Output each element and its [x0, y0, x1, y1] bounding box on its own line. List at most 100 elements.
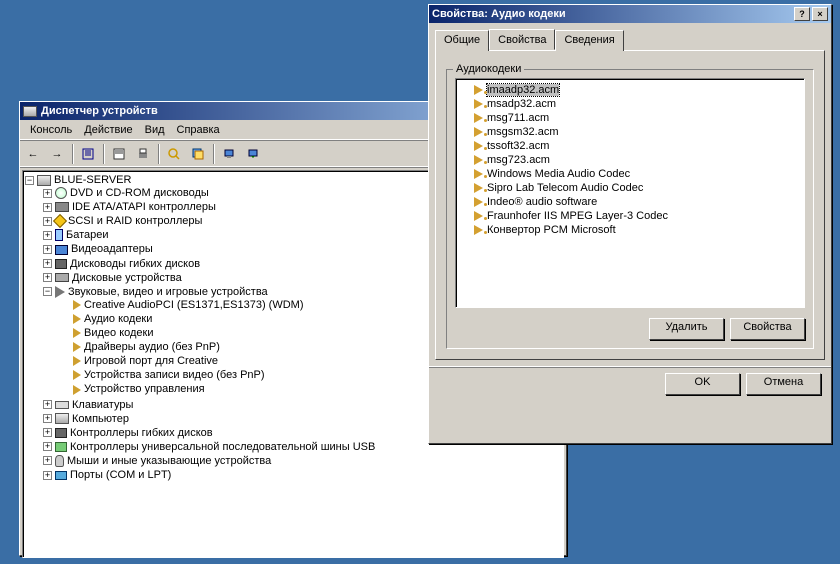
codec-item[interactable]: msadp32.acm — [460, 97, 800, 111]
expand-icon[interactable]: + — [43, 245, 52, 254]
codecs-group: Аудиокодеки imaadp32.acmmsadp32.acmmsg71… — [446, 69, 814, 349]
expand-icon[interactable]: + — [43, 231, 52, 240]
expand-icon[interactable]: − — [25, 176, 34, 185]
codec-icon — [474, 225, 483, 235]
tree-item-label: BLUE-SERVER — [54, 174, 131, 186]
menu-console[interactable]: Консоль — [24, 122, 78, 138]
codec-label: imaadp32.acm — [487, 84, 559, 96]
codec-item[interactable]: Fraunhofer IIS MPEG Layer-3 Codec — [460, 209, 800, 223]
ctrl-icon — [55, 202, 69, 212]
fd-icon — [55, 259, 67, 269]
sndsub-icon — [73, 300, 81, 310]
tree-item-label: Компьютер — [72, 413, 129, 425]
codec-item[interactable]: msg723.acm — [460, 153, 800, 167]
codec-list[interactable]: imaadp32.acm msadp32.acm msg711.acm msgsm32… — [455, 78, 805, 308]
tree-node[interactable]: + Порты (COM и LPT) — [43, 468, 561, 482]
scan-button[interactable] — [163, 143, 185, 165]
codec-item[interactable]: imaadp32.acm — [460, 83, 800, 97]
expand-icon[interactable]: + — [43, 400, 52, 409]
tree-item-label: Клавиатуры — [72, 399, 133, 411]
tree-item-label: SCSI и RAID контроллеры — [68, 215, 202, 227]
devmgr-title: Диспетчер устройств — [41, 105, 158, 117]
tree-item-label: Устройство управления — [84, 384, 205, 396]
codec-properties-button[interactable]: Свойства — [730, 318, 805, 340]
update-drv-button[interactable] — [242, 143, 264, 165]
sndsub-icon — [73, 370, 81, 380]
expand-icon[interactable]: + — [43, 259, 52, 268]
expand-icon[interactable]: + — [43, 442, 52, 451]
tab-properties[interactable]: Свойства — [489, 29, 555, 50]
expand-icon[interactable]: + — [43, 471, 52, 480]
tab-panel: Аудиокодеки imaadp32.acm msadp32.acm msg71… — [435, 50, 825, 360]
tree-item-label: DVD и CD-ROM дисководы — [70, 187, 209, 199]
sndsub-icon — [73, 314, 81, 324]
nav-back-button[interactable]: ← — [22, 143, 44, 165]
sndsub-icon — [73, 385, 81, 395]
tab-details[interactable]: Сведения — [555, 30, 623, 51]
codec-item[interactable]: tssoft32.acm — [460, 139, 800, 153]
print-button[interactable] — [132, 143, 154, 165]
tree-item-label: Creative AudioPCI (ES1371,ES1373) (WDM) — [84, 299, 303, 311]
batt-icon — [55, 229, 63, 241]
codec-label: Indeo® audio software — [487, 196, 597, 208]
tree-item-label: Устройства записи видео (без PnP) — [84, 369, 265, 381]
codec-item[interactable]: Sipro Lab Telecom Audio Codec — [460, 181, 800, 195]
codec-label: msg723.acm — [487, 154, 550, 166]
codec-item[interactable]: msg711.acm — [460, 111, 800, 125]
tree-item-label: Батареи — [66, 229, 109, 241]
menu-view[interactable]: Вид — [139, 122, 171, 138]
up-button[interactable] — [77, 143, 99, 165]
tree-item-label: IDE ATA/ATAPI контроллеры — [72, 201, 216, 213]
expand-icon[interactable]: + — [43, 428, 52, 437]
nav-fwd-button[interactable]: → — [46, 143, 68, 165]
cancel-button[interactable]: Отмена — [746, 373, 821, 395]
app-icon — [23, 106, 37, 117]
codec-label: msgsm32.acm — [487, 126, 559, 138]
codec-label: Конвертор PCM Microsoft — [487, 224, 616, 236]
tab-general[interactable]: Общие — [435, 30, 489, 51]
ok-button[interactable]: OK — [665, 373, 740, 395]
disc-icon — [55, 187, 67, 199]
expand-icon[interactable]: + — [43, 414, 52, 423]
help-button[interactable]: ? — [794, 7, 810, 21]
expand-icon[interactable]: + — [43, 456, 52, 465]
expand-icon[interactable]: + — [43, 273, 52, 282]
delete-button[interactable]: Удалить — [649, 318, 724, 340]
tree-item-label: Видео кодеки — [84, 327, 154, 339]
codecs-group-label: Аудиокодеки — [453, 63, 524, 75]
tree-item-label: Видеоадаптеры — [71, 244, 153, 256]
codec-properties-window: Свойства: Аудио кодеки ? × Общие Свойств… — [428, 4, 832, 444]
tabstrip: Общие Свойства Сведения — [429, 23, 831, 50]
close-button[interactable]: × — [812, 7, 828, 21]
expand-icon[interactable]: + — [43, 203, 52, 212]
uninstall-button[interactable] — [218, 143, 240, 165]
menu-help[interactable]: Справка — [171, 122, 226, 138]
sndsub-icon — [73, 342, 81, 352]
expand-icon[interactable]: − — [43, 287, 52, 296]
codec-item[interactable]: Windows Media Audio Codec — [460, 167, 800, 181]
menu-action[interactable]: Действие — [78, 122, 138, 138]
codec-item[interactable]: msgsm32.acm — [460, 125, 800, 139]
props-title: Свойства: Аудио кодеки — [432, 8, 566, 20]
fd-icon — [55, 428, 67, 438]
expand-icon[interactable]: + — [43, 189, 52, 198]
tree-item-label: Порты (COM и LPT) — [70, 469, 171, 481]
properties-button[interactable] — [108, 143, 130, 165]
tree-item-label: Дисковые устройства — [72, 272, 182, 284]
codec-item[interactable]: Indeo® audio software — [460, 195, 800, 209]
refresh-button[interactable] — [187, 143, 209, 165]
codec-label: Fraunhofer IIS MPEG Layer-3 Codec — [487, 210, 668, 222]
tree-node[interactable]: + Мыши и иные указывающие устройства — [43, 454, 561, 468]
tree-item-label: Мыши и иные указывающие устройства — [67, 455, 271, 467]
snd-icon — [55, 286, 65, 298]
codec-icon — [474, 113, 483, 123]
codec-item[interactable]: Конвертор PCM Microsoft — [460, 223, 800, 237]
codec-icon — [474, 127, 483, 137]
codec-icon — [474, 141, 483, 151]
codec-label: Windows Media Audio Codec — [487, 168, 630, 180]
usb-icon — [55, 442, 67, 452]
codec-label: msg711.acm — [487, 112, 549, 124]
codec-label: msadp32.acm — [487, 98, 556, 110]
expand-icon[interactable]: + — [43, 217, 52, 226]
tree-item-label: Контроллеры универсальной последовательн… — [70, 441, 375, 453]
